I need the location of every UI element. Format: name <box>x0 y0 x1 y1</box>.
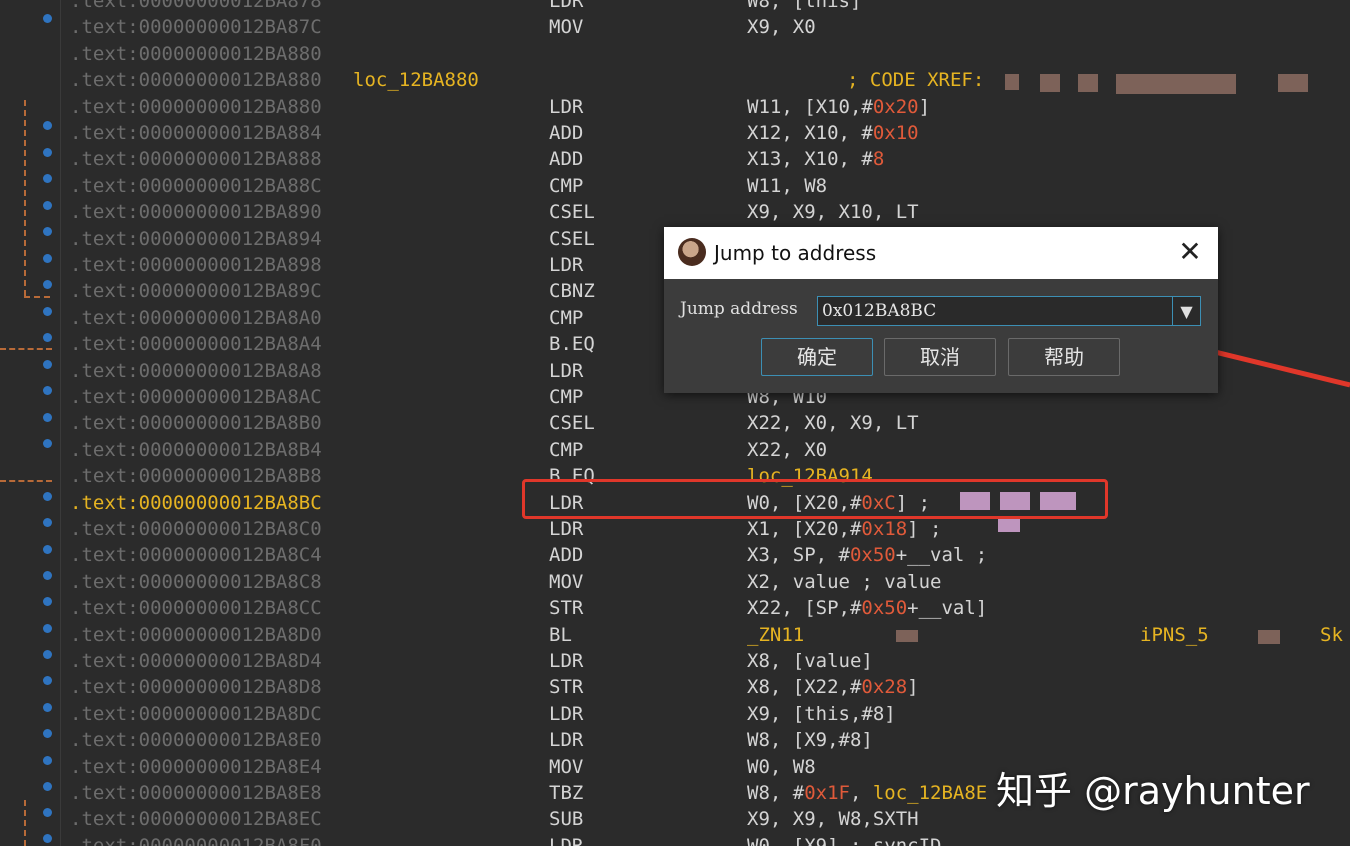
ida-disassembly-window: .text:00000000012BA878 LDR W8, [this] .text… <box>0 0 1350 846</box>
dialog-title: Jump to address <box>714 241 877 265</box>
help-button[interactable]: 帮助 <box>1008 338 1120 376</box>
jump-address-input[interactable] <box>818 297 1170 325</box>
jump-address-label: Jump address <box>680 299 798 319</box>
dialog-titlebar: Jump to address ✕ <box>664 227 1218 279</box>
jump-address-combobox[interactable]: ▼ <box>817 296 1201 326</box>
ok-button[interactable]: 确定 <box>761 338 873 376</box>
cancel-button[interactable]: 取消 <box>884 338 996 376</box>
app-avatar-icon <box>678 238 706 266</box>
annotation-arrow <box>1046 301 1350 388</box>
close-icon[interactable]: ✕ <box>1176 237 1204 267</box>
chevron-down-icon[interactable]: ▼ <box>1172 297 1200 325</box>
jump-to-address-dialog: Jump to address ✕ Jump address ▼ 确定 取消 帮… <box>664 227 1218 393</box>
watermark: 知乎 @rayhunter <box>996 769 1310 813</box>
